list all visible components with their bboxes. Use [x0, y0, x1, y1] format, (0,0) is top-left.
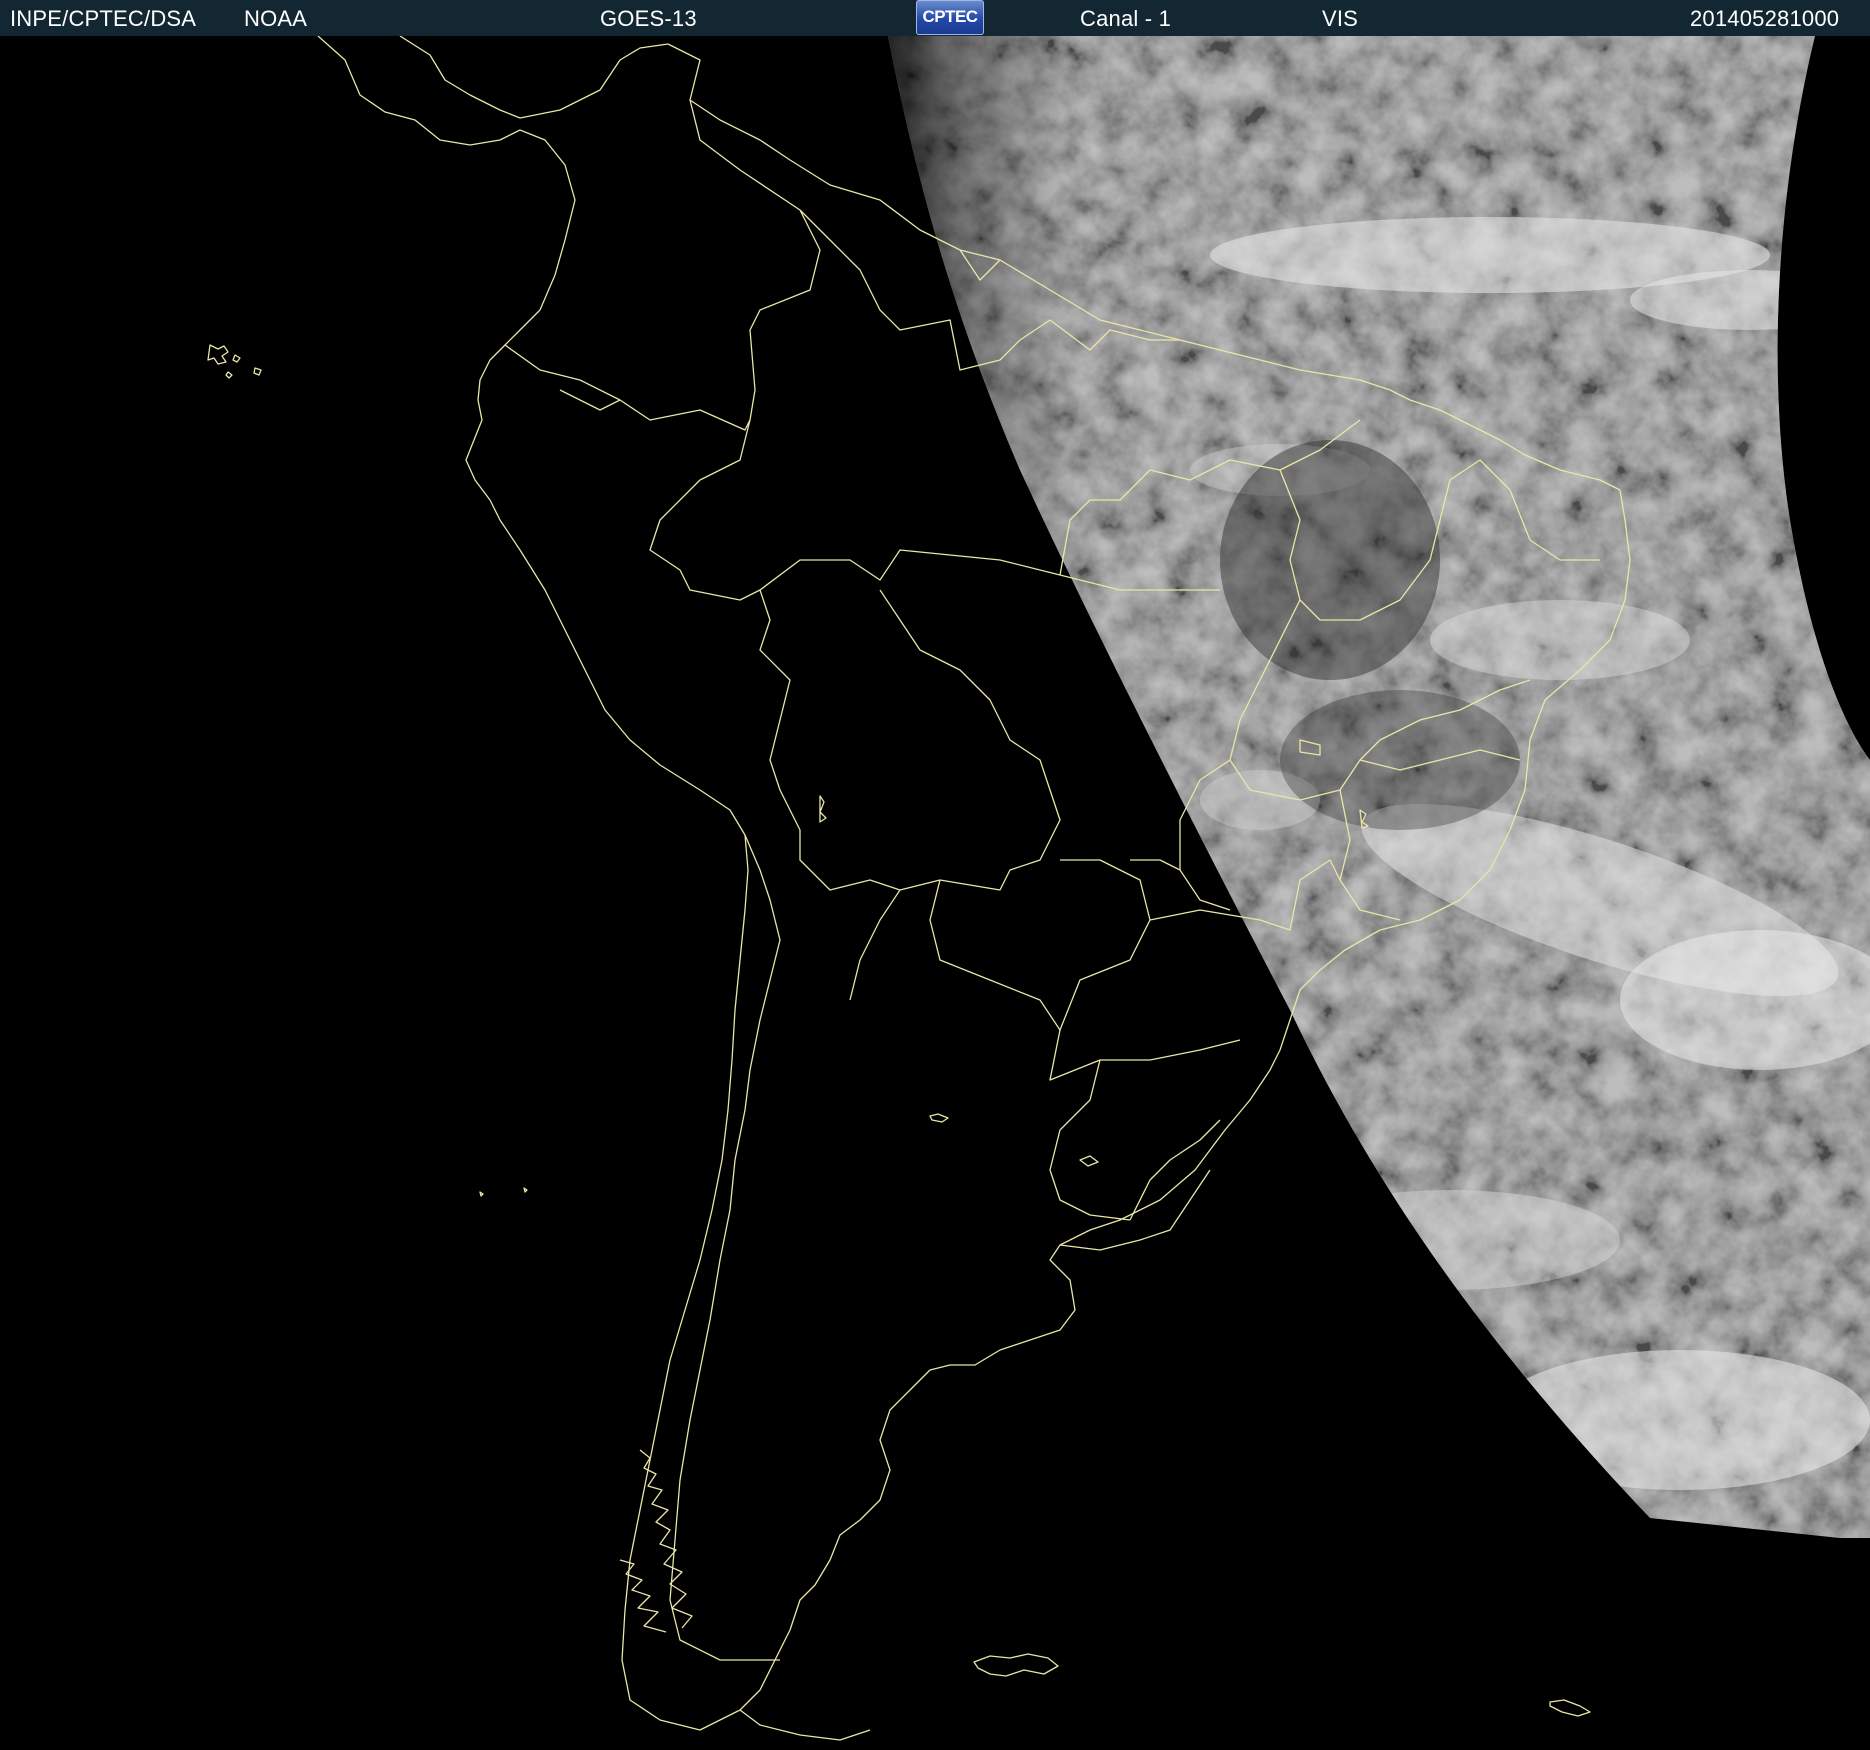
channel-label: Canal - 1 [1080, 6, 1172, 31]
satellite-map-svg [0, 36, 1870, 1750]
band-label: VIS [1322, 6, 1359, 31]
timestamp-label: 201405281000 [1690, 6, 1840, 31]
satellite-map [0, 36, 1870, 1750]
satellite-label: GOES-13 [600, 6, 697, 31]
image-header: INPE/CPTEC/DSA NOAA GOES-13 CPTEC Canal … [0, 0, 1870, 37]
cptec-logo: CPTEC [916, 0, 984, 35]
source-label: INPE/CPTEC/DSA [10, 6, 197, 31]
agency-label: NOAA [244, 6, 308, 31]
